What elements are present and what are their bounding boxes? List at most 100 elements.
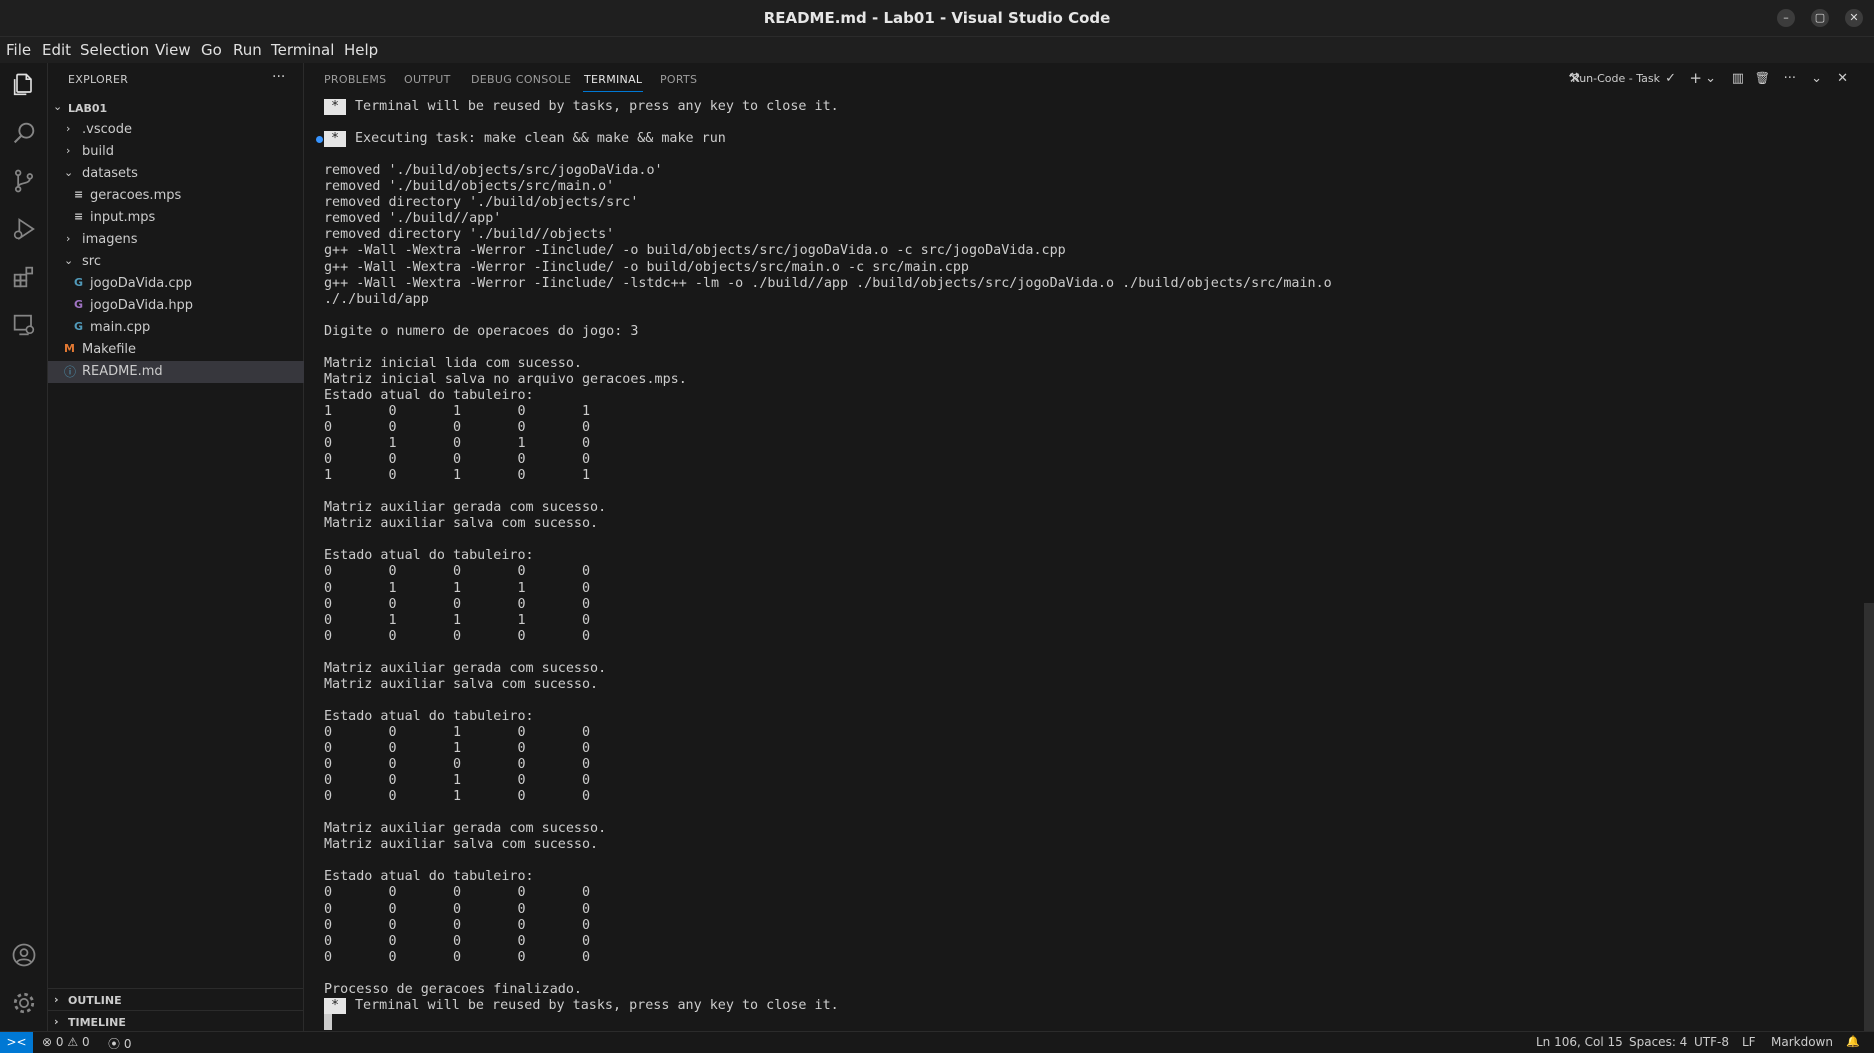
tab-debug-console[interactable]: DEBUG CONSOLE <box>471 73 571 86</box>
indentation-status[interactable]: Spaces: 4 <box>1629 1035 1687 1049</box>
terminal-line: removed './build/objects/src/jogoDaVida.… <box>324 163 663 179</box>
menu-terminal[interactable]: Terminal <box>271 41 334 59</box>
terminal-line: Estado atual do tabuleiro: <box>324 387 534 403</box>
tree-item-label: imagens <box>82 232 138 247</box>
encoding-status[interactable]: UTF-8 <box>1694 1035 1729 1049</box>
terminal-line: removed directory './build//objects' <box>324 227 615 243</box>
task-marker-icon: * <box>324 131 346 148</box>
menu-help[interactable]: Help <box>344 41 378 59</box>
terminal-line-text: Terminal will be reused by tasks, press … <box>355 99 839 114</box>
menu-run[interactable]: Run <box>233 41 262 59</box>
maximize-panel-chevron-icon[interactable]: ⌄ <box>1811 71 1822 86</box>
search-icon[interactable] <box>10 119 38 147</box>
chevron-right-icon: › <box>66 144 71 157</box>
problems-status[interactable]: ⊗ 0 ⚠ 0 <box>42 1035 90 1049</box>
close-panel-icon[interactable]: ✕ <box>1837 71 1848 86</box>
window-title: README.md - Lab01 - Visual Studio Code <box>763 9 1111 27</box>
timeline-section-label: TIMELINE <box>68 1016 126 1029</box>
tree-item-geracoes-mps[interactable]: ≡ geracoes.mps <box>48 185 304 207</box>
maximize-button[interactable]: ▢ <box>1811 9 1829 27</box>
terminal-line: 1 0 1 0 1 <box>324 403 591 419</box>
terminal-output[interactable]: * Terminal will be reused by tasks, press… <box>316 99 1824 1030</box>
tree-item-main-cpp[interactable]: G main.cpp <box>48 317 304 339</box>
tree-item-makefile[interactable]: M Makefile <box>48 339 304 361</box>
terminal-line: 0 0 0 0 0 <box>324 452 591 468</box>
terminal-line: 1 0 1 0 1 <box>324 468 591 484</box>
terminal-dropdown-chevron-icon[interactable]: ⌄ <box>1705 71 1716 86</box>
tree-item-vscode[interactable]: › .vscode <box>48 119 304 141</box>
tree-item-src[interactable]: ⌄ src <box>48 251 304 273</box>
tab-problems[interactable]: PROBLEMS <box>324 73 386 86</box>
command-decoration-icon[interactable] <box>316 136 323 144</box>
more-actions-icon[interactable]: ··· <box>1784 71 1796 86</box>
tree-item-label: README.md <box>82 364 163 379</box>
timeline-section[interactable]: › TIMELINE <box>48 1010 304 1032</box>
task-terminal-label[interactable]: Run-Code - Task <box>1572 72 1660 85</box>
ports-status[interactable]: ⦿ 0 <box>108 1035 131 1052</box>
tree-item-label: .vscode <box>82 122 132 137</box>
tree-item-label: src <box>82 254 101 269</box>
tree-item-label: datasets <box>82 166 138 181</box>
new-terminal-button[interactable]: + <box>1689 69 1702 87</box>
files-icon[interactable] <box>10 71 38 99</box>
run-debug-icon[interactable] <box>10 215 38 243</box>
workspace-root[interactable]: ⌄ LAB01 <box>48 97 304 119</box>
terminal-line: Digite o numero de operacoes do jogo: 3 <box>324 323 639 339</box>
tree-item-readme[interactable]: ⓘ README.md <box>48 361 304 383</box>
terminal-line: Estado atual do tabuleiro: <box>324 869 534 885</box>
account-icon[interactable] <box>10 941 38 969</box>
explorer-more-actions-icon[interactable]: ··· <box>272 69 285 85</box>
cursor-position[interactable]: Ln 106, Col 15 <box>1536 1035 1623 1049</box>
split-terminal-icon[interactable]: ▥ <box>1732 71 1744 86</box>
terminal-line: 0 0 0 0 0 <box>324 901 591 917</box>
tab-output[interactable]: OUTPUT <box>404 73 451 86</box>
terminal-line: removed './build//app' <box>324 211 502 227</box>
tree-item-datasets[interactable]: ⌄ datasets <box>48 163 304 185</box>
terminal-line: 0 1 1 1 0 <box>324 580 591 596</box>
chevron-down-icon: ⌄ <box>53 100 63 113</box>
outline-section-label: OUTLINE <box>68 994 122 1007</box>
activity-bar <box>0 63 48 1031</box>
remote-explorer-icon[interactable] <box>10 311 38 339</box>
terminal-scrollbar[interactable] <box>1864 83 1874 1043</box>
status-bar: >< ⊗ 0 ⚠ 0 ⦿ 0 Ln 106, Col 15 Spaces: 4 … <box>0 1031 1874 1053</box>
extensions-icon[interactable] <box>10 263 38 291</box>
tab-ports[interactable]: PORTS <box>660 73 697 86</box>
menu-view[interactable]: View <box>155 41 191 59</box>
menu-selection[interactable]: Selection <box>80 41 149 59</box>
tree-item-build[interactable]: › build <box>48 141 304 163</box>
tree-item-imagens[interactable]: › imagens <box>48 229 304 251</box>
minimize-button[interactable]: – <box>1777 9 1795 27</box>
menu-go[interactable]: Go <box>201 41 222 59</box>
terminal-line: Matriz inicial lida com sucesso. <box>324 355 582 371</box>
tree-item-label: input.mps <box>90 210 156 225</box>
remote-indicator-button[interactable]: >< <box>0 1032 33 1053</box>
terminal-line: Matriz auxiliar gerada com sucesso. <box>324 500 607 516</box>
terminal-line: 0 0 0 0 0 <box>324 420 591 435</box>
terminal-line: 0 0 0 0 0 <box>324 564 591 580</box>
tree-item-jogodavida-cpp[interactable]: G jogoDaVida.cpp <box>48 273 304 295</box>
menu-edit[interactable]: Edit <box>42 41 71 59</box>
close-window-button[interactable]: ✕ <box>1845 9 1863 27</box>
language-mode[interactable]: Markdown <box>1771 1035 1833 1049</box>
notifications-bell-icon[interactable]: 🔔 <box>1846 1035 1860 1048</box>
eol-status[interactable]: LF <box>1742 1035 1756 1049</box>
terminal-line: 0 0 0 0 0 <box>324 917 591 933</box>
trash-icon[interactable]: 🗑 <box>1755 71 1770 85</box>
outline-section[interactable]: › OUTLINE <box>48 988 304 1010</box>
tree-item-jogodavida-hpp[interactable]: G jogoDaVida.hpp <box>48 295 304 317</box>
check-icon: ✓ <box>1665 71 1676 86</box>
tab-terminal[interactable]: TERMINAL <box>584 73 642 86</box>
tree-item-label: main.cpp <box>90 320 151 335</box>
explorer-title: EXPLORER <box>68 73 129 86</box>
terminal-line: 0 0 0 0 0 <box>324 933 591 949</box>
task-marker-icon: * <box>324 997 346 1014</box>
source-control-icon[interactable] <box>10 167 38 195</box>
tree-item-input-mps[interactable]: ≡ input.mps <box>48 207 304 229</box>
chevron-down-icon: ⌄ <box>64 166 74 179</box>
terminal-scrollbar-thumb[interactable] <box>1864 603 1874 1043</box>
settings-gear-icon[interactable] <box>10 989 38 1017</box>
terminal-line: 0 0 1 0 0 <box>324 741 591 756</box>
menu-file[interactable]: File <box>6 41 31 59</box>
explorer-sidebar: EXPLORER ··· ⌄ LAB01 › .vscode › build ⌄… <box>48 63 304 1031</box>
